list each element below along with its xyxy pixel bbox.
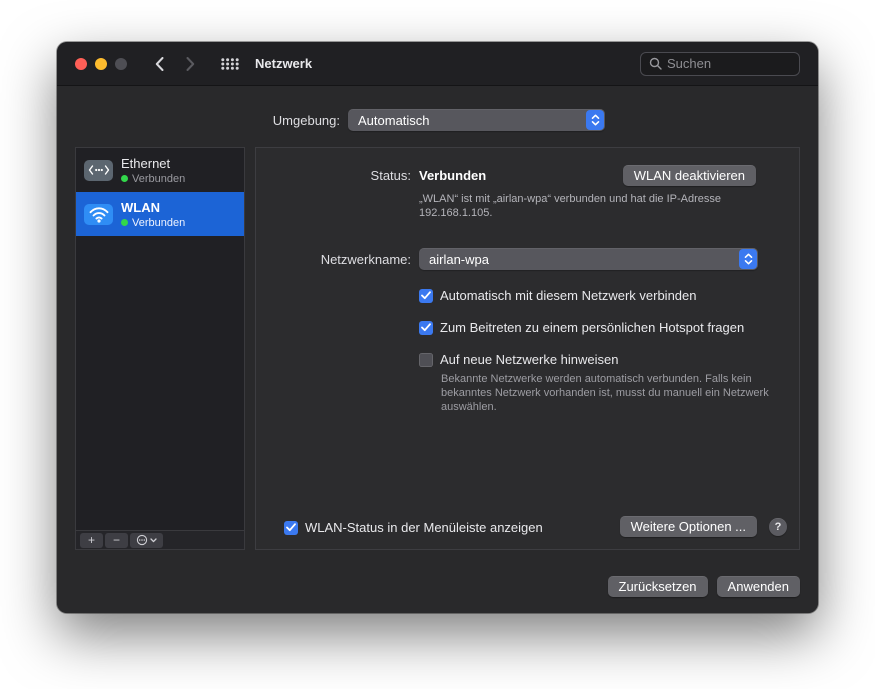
sidebar-item-ethernet[interactable]: Ethernet Verbunden <box>76 148 244 192</box>
environment-value: Automatisch <box>358 112 430 128</box>
checkbox-notify-new-networks[interactable]: Auf neue Netzwerke hinweisen <box>419 352 619 367</box>
minimize-button[interactable] <box>95 57 107 70</box>
traffic-lights <box>75 57 127 70</box>
status-row: Status: Verbunden <box>256 168 487 183</box>
apply-button[interactable]: Anwenden <box>716 576 800 597</box>
popup-stepper-icon <box>586 110 604 130</box>
search-icon <box>649 57 662 70</box>
checkbox-icon[interactable] <box>419 320 433 335</box>
network-preferences-window: Netzwerk Umgebung: Automatisch <box>57 42 818 613</box>
add-service-button[interactable]: + <box>80 532 103 548</box>
checkbox-icon[interactable] <box>419 352 433 367</box>
back-button[interactable] <box>155 56 164 71</box>
chevron-down-icon <box>150 537 157 542</box>
wlan-settings-panel: Status: Verbunden WLAN deaktivieren „WLA… <box>255 147 800 550</box>
content-area: Umgebung: Automatisch Ethernet Verbunden… <box>57 87 818 613</box>
checkbox-icon[interactable] <box>419 288 433 303</box>
sidebar-toolbar: + − <box>76 530 244 549</box>
services-sidebar: Ethernet Verbunden WLAN Verbunden + − <box>75 147 245 550</box>
known-networks-help-text: Bekannte Netzwerke werden automatisch ve… <box>441 373 769 413</box>
status-description: „WLAN“ ist mit „airlan-wpa“ verbunden un… <box>419 193 722 219</box>
network-name-value: airlan-wpa <box>429 251 489 267</box>
checkbox-auto-join[interactable]: Automatisch mit diesem Netzwerk verbinde… <box>419 288 697 303</box>
status-dot-green <box>121 219 128 226</box>
environment-row: Umgebung: Automatisch <box>202 109 605 131</box>
search-input[interactable] <box>667 56 791 71</box>
checkbox-icon[interactable] <box>284 520 298 535</box>
forward-button[interactable] <box>186 56 195 71</box>
network-name-select[interactable]: airlan-wpa <box>419 248 758 270</box>
action-menu-button[interactable] <box>130 532 163 548</box>
footer-actions: Zurücksetzen Anwenden <box>607 576 800 597</box>
ethernet-icon <box>84 159 113 181</box>
status-value: Verbunden <box>419 168 487 183</box>
service-status: Verbunden <box>121 173 185 185</box>
help-button[interactable]: ? <box>769 518 787 536</box>
service-status: Verbunden <box>121 217 185 229</box>
checkbox-menubar-status[interactable]: WLAN-Status in der Menüleiste anzeigen <box>284 520 543 535</box>
status-dot-green <box>121 175 128 182</box>
wifi-icon <box>84 203 113 225</box>
checkbox-hotspot-ask[interactable]: Zum Beitreten zu einem persönlichen Hots… <box>419 320 744 335</box>
revert-button[interactable]: Zurücksetzen <box>607 576 708 597</box>
show-all-grid-icon[interactable] <box>221 57 239 70</box>
sidebar-item-wlan[interactable]: WLAN Verbunden <box>76 192 244 236</box>
advanced-options-button[interactable]: Weitere Optionen ... <box>619 516 757 537</box>
network-name-row: Netzwerkname: airlan-wpa <box>256 248 758 270</box>
popup-stepper-icon <box>739 249 757 269</box>
wlan-deactivate-button[interactable]: WLAN deaktivieren <box>622 165 756 186</box>
zoom-button[interactable] <box>115 57 127 70</box>
service-name: WLAN <box>121 199 160 215</box>
window-title: Netzwerk <box>255 56 313 71</box>
titlebar: Netzwerk <box>57 42 818 86</box>
search-field[interactable] <box>640 51 800 76</box>
status-label: Status: <box>370 168 411 183</box>
close-button[interactable] <box>75 57 87 70</box>
service-name: Ethernet <box>121 155 171 171</box>
remove-service-button[interactable]: − <box>105 532 128 548</box>
network-name-label: Netzwerkname: <box>320 251 411 267</box>
environment-label: Umgebung: <box>272 112 340 128</box>
environment-select[interactable]: Automatisch <box>348 109 605 131</box>
